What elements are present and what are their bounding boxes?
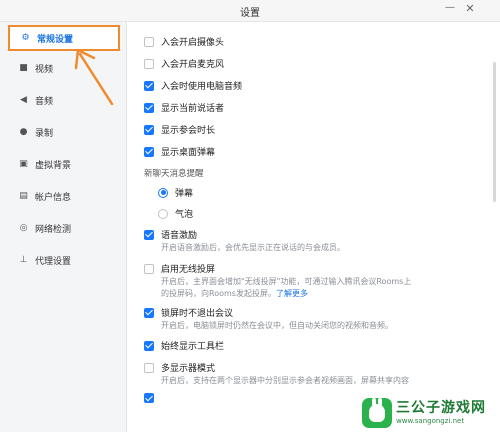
checkbox-unchecked[interactable]: [144, 362, 154, 373]
option-label: 始终显示工具栏: [161, 342, 225, 352]
window-title: 设置: [240, 8, 260, 19]
sidebar-item-audio[interactable]: ◀ 音频: [8, 87, 120, 113]
network-tree-icon: ⊥: [19, 255, 28, 265]
sidebar-item-account[interactable]: ▤ 帐户信息: [8, 183, 120, 209]
sidebar-item-general[interactable]: ⚙ 常规设置: [8, 25, 120, 51]
sidebar-item-record[interactable]: ● 录制: [8, 119, 120, 145]
sidebar-item-label: 网络检测: [35, 224, 72, 235]
bunny-logo-icon: [362, 398, 392, 428]
person-frame-icon: ▣: [19, 159, 28, 169]
multi-display-checkbox[interactable]: 多显示器模式: [144, 361, 215, 374]
sidebar-item-label: 虚拟背景: [35, 160, 72, 171]
desc-line: 的投屏码，向Rooms发起投屏。了解更多: [161, 288, 461, 300]
checkbox-unchecked[interactable]: [144, 36, 154, 47]
checkbox-checked[interactable]: [144, 102, 154, 113]
minimize-icon[interactable]: —: [442, 1, 458, 17]
show-danmaku-checkbox[interactable]: 显示桌面弹幕: [144, 145, 215, 158]
no-exit-on-lock-checkbox[interactable]: 锁屏时不退出会议: [144, 306, 233, 319]
speaker-icon: ◀: [20, 95, 27, 105]
option-label: 启用无线投屏: [161, 265, 216, 275]
sidebar-item-label: 帐户信息: [35, 192, 72, 203]
show-speaker-checkbox[interactable]: 显示当前说话者: [144, 101, 224, 114]
title-bar: 设置 — ✕: [0, 0, 500, 22]
chat-notify-radio-danmaku[interactable]: 弹幕: [158, 186, 193, 199]
settings-panel: 入会开启摄像头 入会开启麦克风 入会时使用电脑音频 显示当前说话者 显示参会时长…: [128, 22, 500, 432]
option-label: 多显示器模式: [161, 364, 216, 374]
checkbox-checked[interactable]: [144, 146, 154, 157]
option-label: 显示当前说话者: [161, 104, 225, 114]
option-label: 入会开启摄像头: [161, 38, 225, 48]
camera-on-join-checkbox[interactable]: 入会开启摄像头: [144, 35, 224, 48]
option-label: 显示桌面弹幕: [161, 148, 216, 158]
option-label: 显示参会时长: [161, 126, 216, 136]
multi-display-desc: 开启后，支持在两个显示器中分别显示参会者视频画面，屏幕共享内容: [161, 376, 409, 385]
chat-notify-label: 新聊天消息提醒: [144, 169, 204, 179]
checkbox-checked[interactable]: [144, 229, 154, 240]
gear-icon: ⚙: [21, 33, 30, 43]
sidebar: ⚙ 常规设置 ■ 视频 ◀ 音频 ● 录制 ▣ 虚拟背景 ▤ 帐户信息 ◎ 网络…: [0, 22, 127, 432]
option-label: 锁屏时不退出会议: [161, 309, 234, 319]
checkbox-unchecked[interactable]: [144, 58, 154, 69]
scrollbar[interactable]: [493, 62, 496, 202]
option-label: 入会开启麦克风: [161, 60, 225, 70]
account-card-icon: ▤: [19, 191, 28, 201]
checkbox-checked[interactable]: [144, 307, 154, 318]
sidebar-item-label: 代理设置: [35, 256, 72, 267]
sidebar-item-label: 常规设置: [37, 34, 74, 45]
option-label: 弹幕: [175, 189, 194, 199]
radio-unselected[interactable]: [158, 208, 168, 219]
option-label: 气泡: [175, 210, 194, 220]
wireless-cast-checkbox[interactable]: 启用无线投屏: [144, 262, 215, 275]
sidebar-item-label: 音频: [35, 96, 54, 107]
computer-audio-checkbox[interactable]: 入会时使用电脑音频: [144, 79, 242, 92]
watermark-text: 三公子游戏网 www.sangongzi.net: [396, 400, 486, 426]
sidebar-item-network-test[interactable]: ◎ 网络检测: [8, 215, 120, 241]
sidebar-item-proxy[interactable]: ⊥ 代理设置: [8, 247, 120, 273]
partial-setting-checkbox[interactable]: [144, 393, 161, 403]
option-label: 入会时使用电脑音频: [161, 82, 243, 92]
checkbox-checked[interactable]: [144, 124, 154, 135]
option-label: 语音激励: [161, 231, 198, 241]
record-icon: ●: [19, 127, 28, 137]
radio-selected[interactable]: [158, 187, 168, 198]
desc-line: 开启后，主界面会增加"无线投屏"功能，可通过输入腾讯会议Rooms上: [161, 277, 412, 286]
checkbox-checked[interactable]: [144, 80, 154, 91]
show-duration-checkbox[interactable]: 显示参会时长: [144, 123, 215, 136]
always-show-toolbar-checkbox[interactable]: 始终显示工具栏: [144, 339, 224, 352]
checkbox-checked[interactable]: [144, 393, 154, 403]
sidebar-item-label: 录制: [35, 128, 54, 139]
sidebar-item-virtual-background[interactable]: ▣ 虚拟背景: [8, 151, 120, 177]
checkbox-unchecked[interactable]: [144, 263, 154, 274]
site-watermark: 三公子游戏网 www.sangongzi.net: [362, 396, 494, 430]
checkbox-checked[interactable]: [144, 340, 154, 351]
watermark-name: 三公子游戏网: [396, 400, 486, 416]
sidebar-item-label: 视频: [35, 64, 54, 75]
sidebar-item-video[interactable]: ■ 视频: [8, 55, 120, 81]
voice-motivation-checkbox[interactable]: 语音激励: [144, 228, 197, 241]
learn-more-link[interactable]: 了解更多: [276, 289, 308, 298]
desc-text: 的投屏码，向Rooms发起投屏。: [161, 289, 276, 298]
mic-on-join-checkbox[interactable]: 入会开启麦克风: [144, 57, 224, 70]
globe-icon: ◎: [19, 223, 28, 233]
voice-motivation-desc: 开启语音激励后，会优先显示正在说话的与会成员。: [161, 243, 345, 252]
wireless-cast-desc: 开启后，主界面会增加"无线投屏"功能，可通过输入腾讯会议Rooms上 的投屏码，…: [161, 276, 461, 300]
chat-notify-radio-bubble[interactable]: 气泡: [158, 207, 193, 220]
video-camera-icon: ■: [19, 63, 28, 73]
watermark-url: www.sangongzi.net: [396, 417, 465, 425]
no-exit-on-lock-desc: 开启后，电脑锁屏时仍然在会议中，但自动关闭您的视频和音频。: [161, 321, 393, 330]
close-icon[interactable]: ✕: [462, 1, 478, 17]
